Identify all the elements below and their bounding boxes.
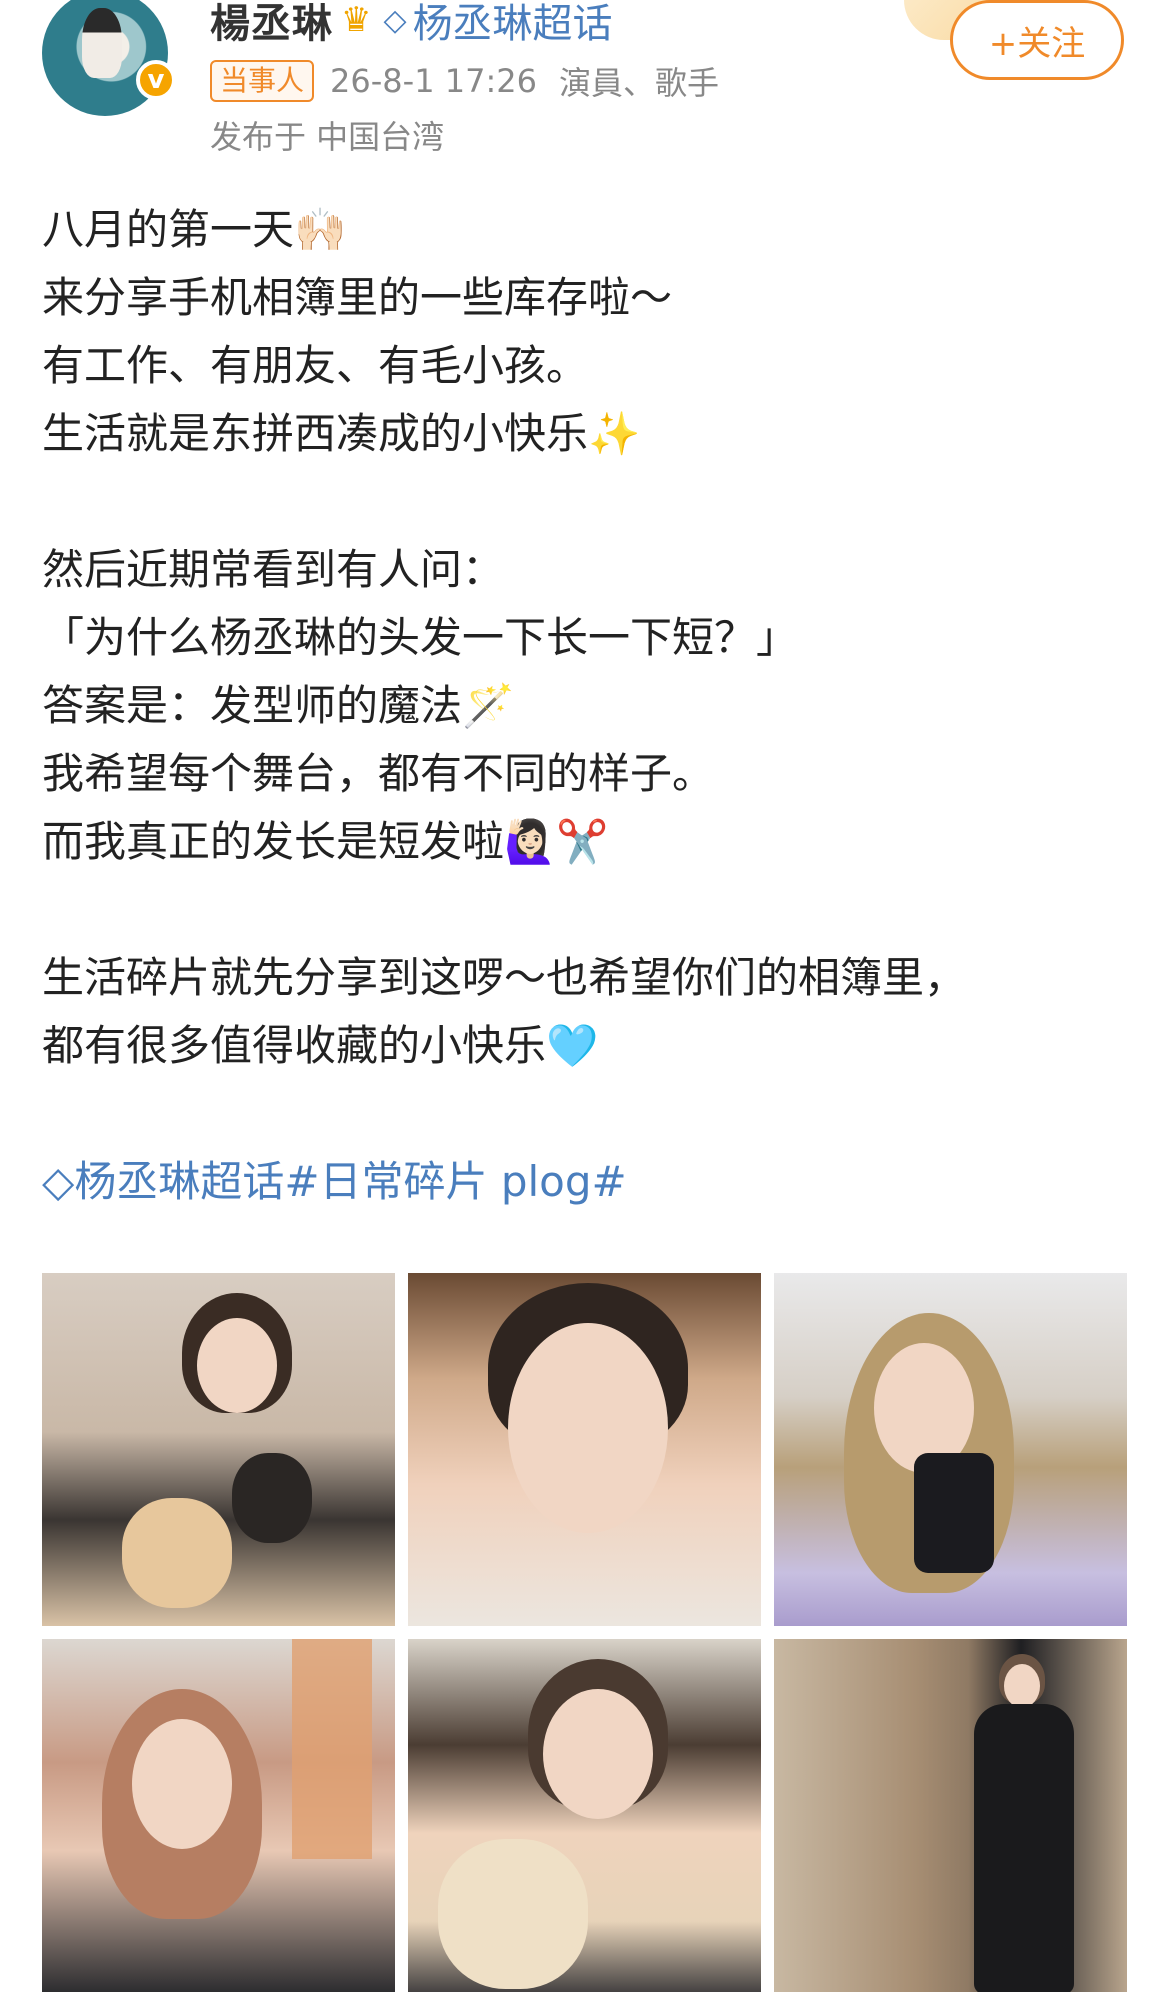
avatar-figure — [82, 8, 122, 78]
face-shape — [543, 1689, 653, 1819]
post-line: 都有很多值得收藏的小快乐🩵 — [42, 1021, 599, 1070]
face-shape — [508, 1323, 668, 1533]
post-line: 答案是：发型师的魔法🪄 — [42, 681, 515, 730]
verified-badge-icon: v — [136, 60, 176, 100]
photo-with-poodle[interactable] — [408, 1639, 761, 1992]
post-header: v 楊丞琳 ♛ ◇ 杨丞琳超话 当事人 26-8-1 17:26 演員、歌手 发… — [0, 0, 1170, 156]
diamond-icon: ◇ — [42, 1157, 75, 1206]
photo-selfie-closeup[interactable] — [408, 1273, 761, 1626]
photo-grid — [42, 1273, 1128, 1992]
post-line: 然后近期常看到有人问： — [42, 545, 505, 594]
post-line-blank — [42, 876, 1132, 944]
post-location: 发布于 中国台湾 — [210, 118, 445, 156]
topic-text: 杨丞琳超话#日常碎片 plog# — [74, 1157, 627, 1206]
photo-woman-with-dogs[interactable] — [42, 1273, 395, 1626]
supertopic-link[interactable]: 杨丞琳超话 — [413, 0, 613, 49]
post-line: 有工作、有朋友、有毛小孩。 — [42, 341, 589, 390]
dog-shape — [232, 1453, 312, 1543]
photo-mirror-selfie-phone[interactable] — [774, 1273, 1127, 1626]
post-body: 八月的第一天🙌🏻 来分享手机相簿里的一些库存啦～ 有工作、有朋友、有毛小孩。 生… — [42, 196, 1132, 1216]
post-line: 来分享手机相簿里的一些库存啦～ — [42, 273, 673, 322]
face-shape — [1004, 1664, 1040, 1708]
dog-shape — [438, 1839, 588, 1989]
post-gap — [42, 1080, 1132, 1148]
diamond-icon: ◇ — [383, 2, 407, 38]
username[interactable]: 楊丞琳 — [210, 0, 333, 49]
post-line: 而我真正的发长是短发啦🙋🏻‍♀️✂️ — [42, 817, 609, 866]
party-tag-badge: 当事人 — [210, 60, 315, 102]
face-shape — [197, 1318, 277, 1413]
photo-full-length-mirror[interactable] — [774, 1639, 1127, 1992]
post-time: 26-8-1 17:26 — [330, 62, 537, 100]
post-line: 八月的第一天🙌🏻 — [42, 205, 347, 254]
dress-shape — [974, 1704, 1074, 1992]
post-line: 我希望每个舞台，都有不同的样子。 — [42, 749, 715, 798]
photo-car-portrait[interactable] — [42, 1639, 395, 1992]
follow-button[interactable]: +关注 — [950, 0, 1124, 80]
user-role: 演員、歌手 — [558, 64, 719, 102]
avatar[interactable]: v — [42, 0, 176, 116]
post-line-blank — [42, 468, 1132, 536]
curtain-shape — [292, 1639, 372, 1859]
post-line: 生活碎片就先分享到这啰～也希望你们的相簿里， — [42, 953, 967, 1002]
dog-shape — [122, 1498, 232, 1608]
post-line: 「为什么杨丞琳的头发一下长一下短？」 — [42, 613, 799, 662]
phone-shape — [914, 1453, 994, 1573]
post-line: 生活就是东拼西凑成的小快乐✨ — [42, 409, 641, 458]
name-row: 楊丞琳 ♛ ◇ 杨丞琳超话 — [210, 0, 613, 49]
face-shape — [132, 1719, 232, 1849]
crown-icon: ♛ — [341, 0, 372, 40]
topic-link[interactable]: ◇杨丞琳超话#日常碎片 plog# — [42, 1148, 1132, 1216]
meta-row: 当事人 26-8-1 17:26 演員、歌手 — [210, 58, 719, 104]
